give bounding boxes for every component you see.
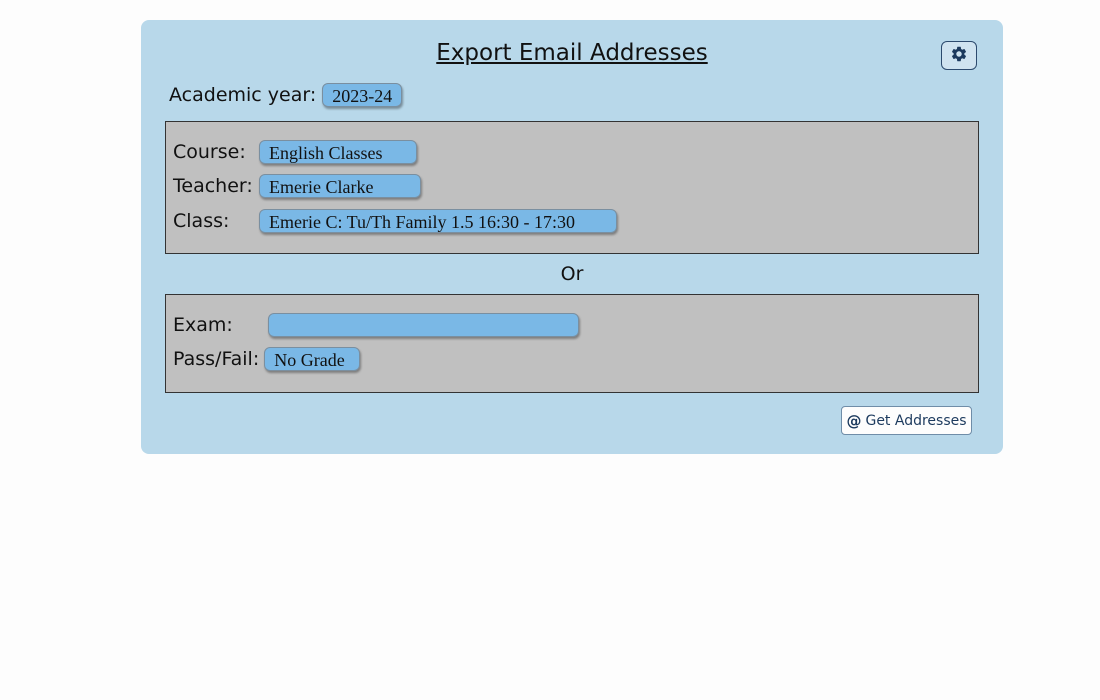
exam-row: Exam:	[173, 313, 579, 337]
course-row: Course: English Classes	[173, 140, 417, 164]
exam-select[interactable]	[268, 313, 579, 337]
class-select[interactable]: Emerie C: Tu/Th Family 1.5 16:30 - 17:30	[259, 209, 617, 233]
class-row: Class: Emerie C: Tu/Th Family 1.5 16:30 …	[173, 209, 617, 233]
exam-label: Exam:	[173, 314, 233, 336]
settings-button[interactable]	[941, 41, 977, 70]
academic-year-select[interactable]: 2023-24	[322, 83, 403, 107]
or-separator: Or	[560, 263, 584, 285]
get-addresses-button[interactable]: @ Get Addresses	[841, 406, 972, 435]
passfail-row: Pass/Fail: No Grade	[173, 347, 361, 371]
teacher-row: Teacher: Emerie Clarke	[173, 174, 421, 198]
passfail-select[interactable]: No Grade	[264, 347, 361, 371]
course-label: Course:	[173, 141, 246, 163]
export-panel: Export Email Addresses Academic year: 20…	[141, 20, 1003, 454]
at-icon: @	[846, 411, 862, 430]
teacher-select[interactable]: Emerie Clarke	[259, 174, 421, 198]
page-title: Export Email Addresses	[436, 40, 708, 66]
course-filter-box: Course: English Classes Teacher: Emerie …	[165, 121, 979, 254]
course-select[interactable]: English Classes	[259, 140, 417, 164]
academic-year-label: Academic year:	[169, 84, 317, 106]
academic-year-row: Academic year: 2023-24	[169, 83, 403, 107]
gear-icon	[950, 45, 968, 67]
exam-filter-box: Exam: Pass/Fail: No Grade	[165, 294, 979, 393]
teacher-label: Teacher:	[173, 175, 253, 197]
class-label: Class:	[173, 210, 230, 232]
get-addresses-label: Get Addresses	[865, 412, 967, 429]
passfail-label: Pass/Fail:	[173, 348, 260, 370]
